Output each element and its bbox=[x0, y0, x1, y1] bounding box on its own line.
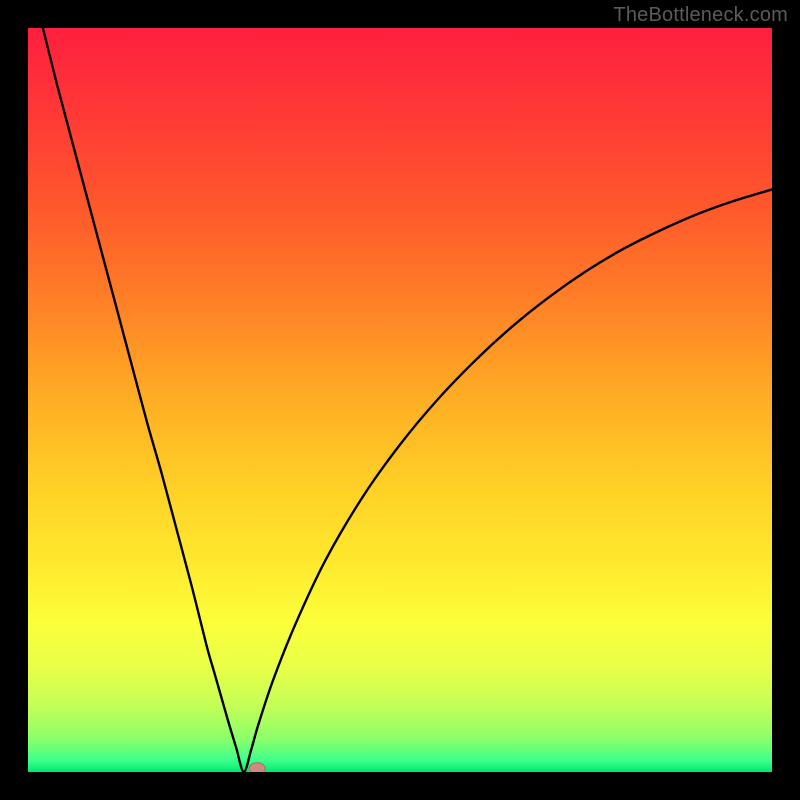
watermark-text: TheBottleneck.com bbox=[613, 4, 788, 27]
chart-canvas bbox=[28, 28, 772, 772]
chart-plot-area bbox=[28, 28, 772, 772]
optimum-marker bbox=[249, 763, 265, 772]
gradient-background bbox=[28, 28, 772, 772]
